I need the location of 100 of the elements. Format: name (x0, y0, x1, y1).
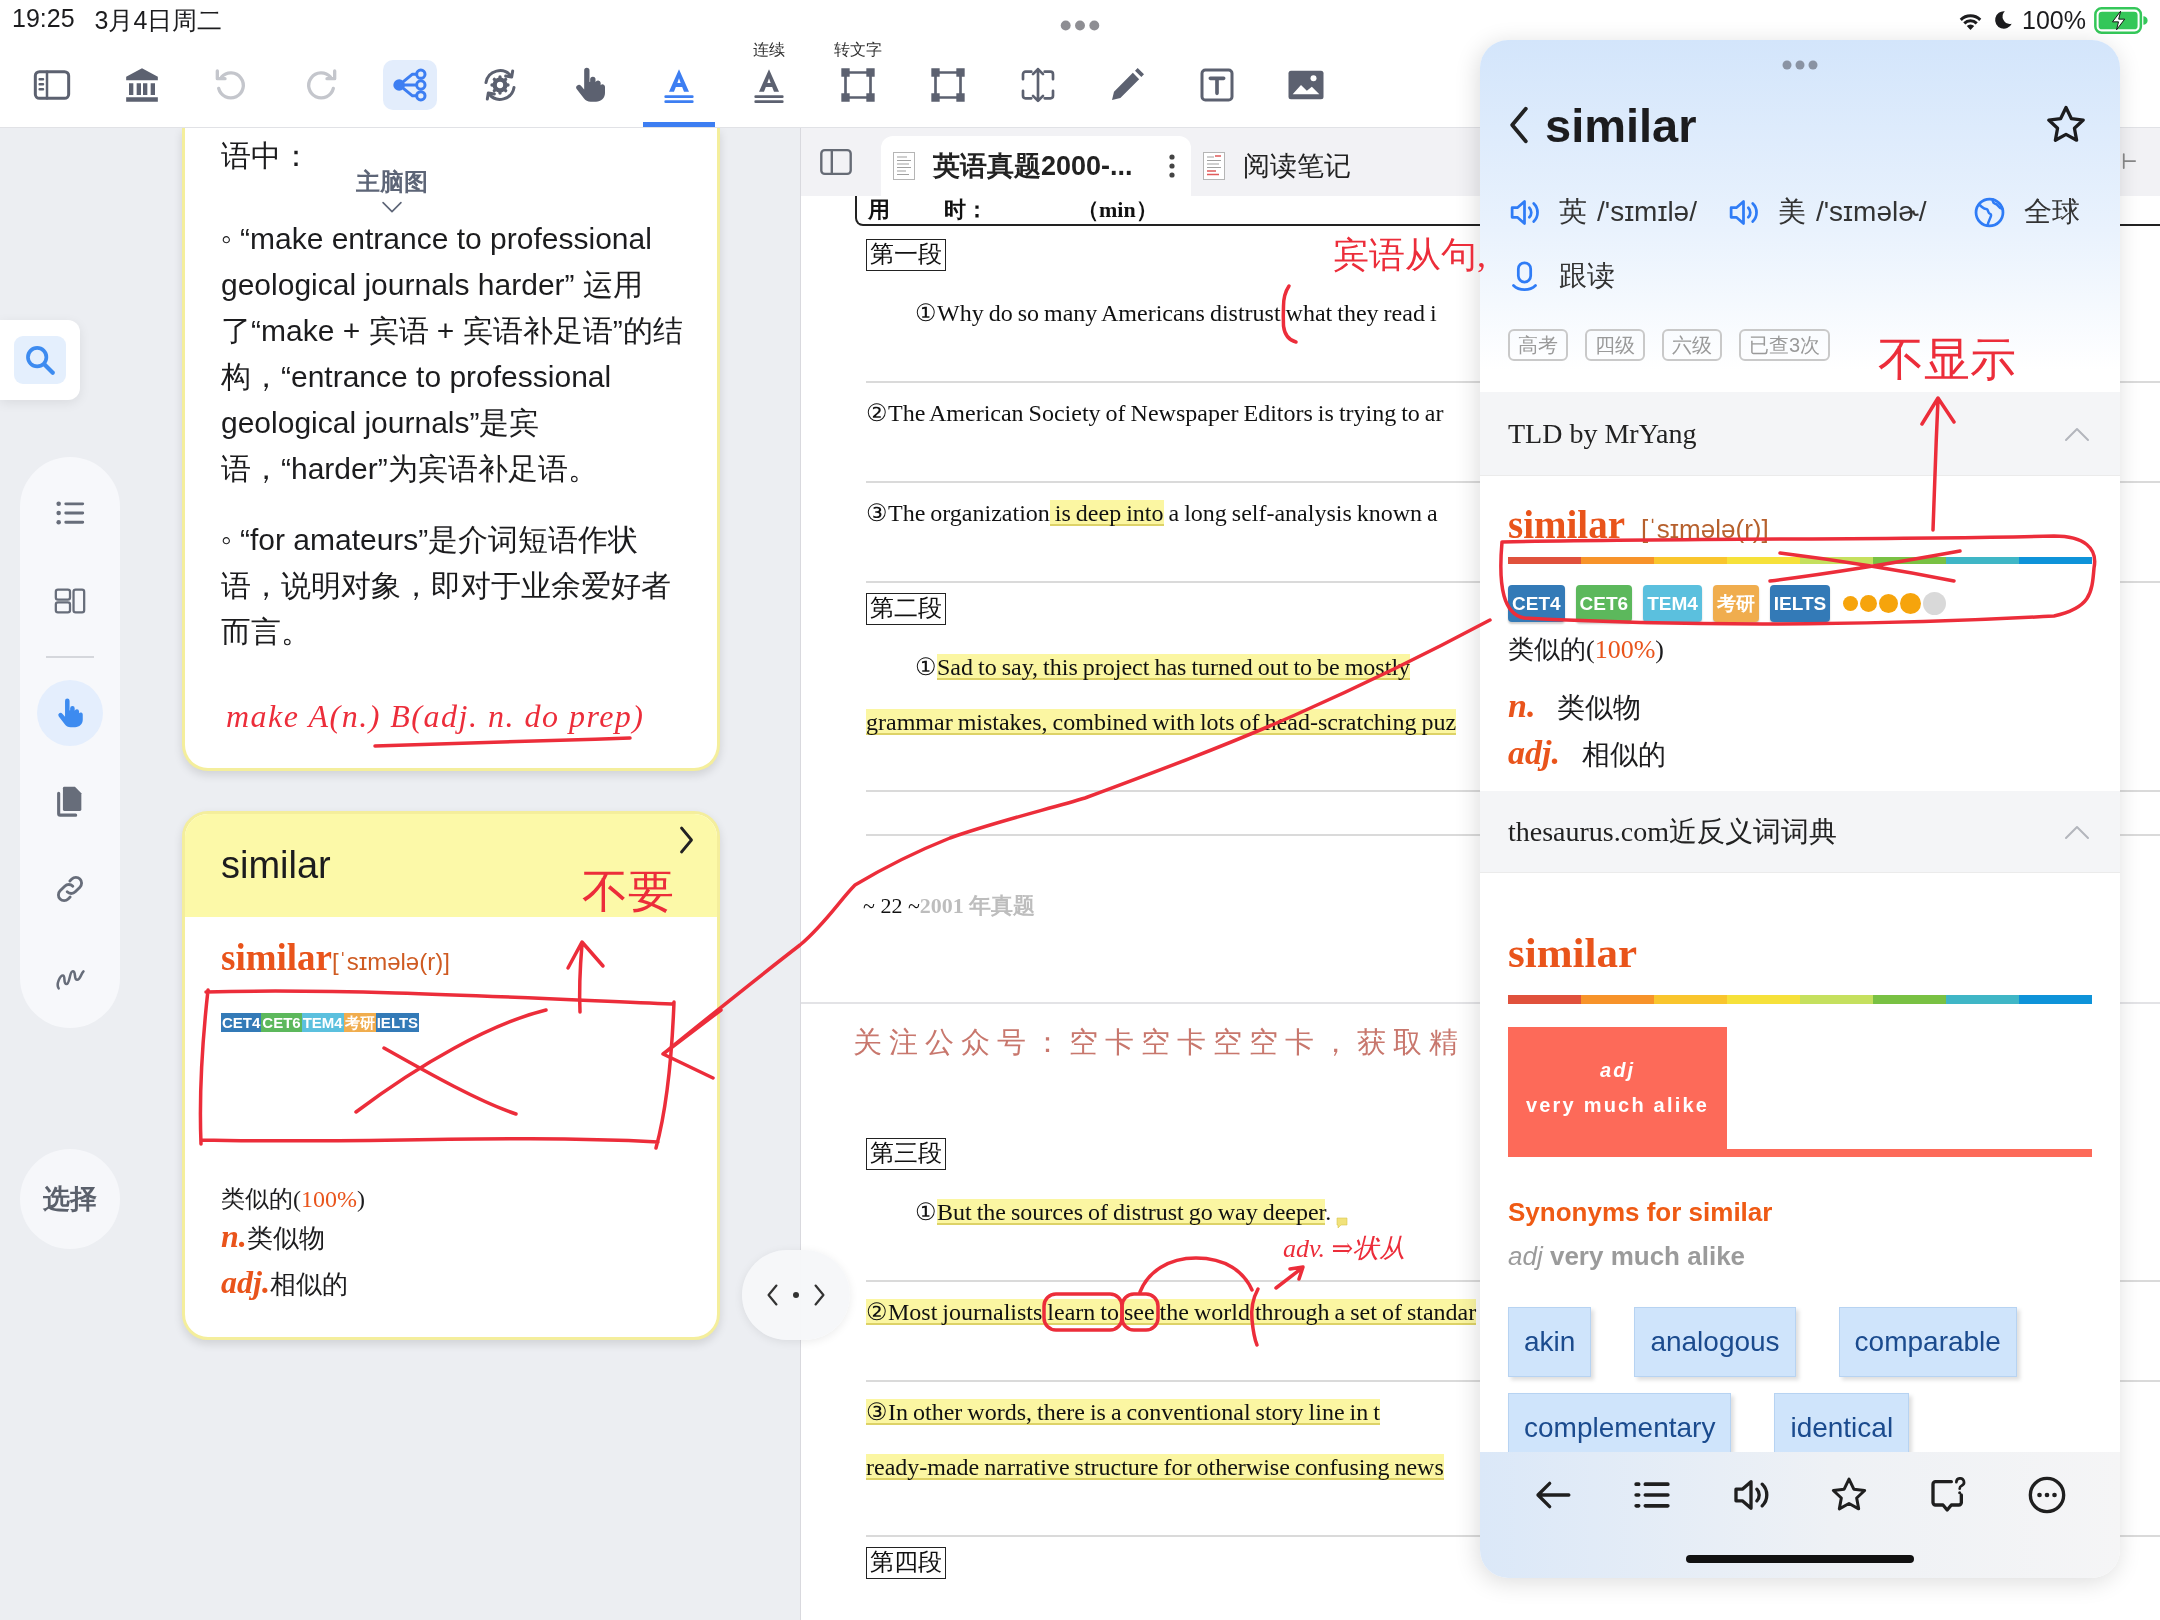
sense-text: adj. 相似的 (1508, 733, 1667, 773)
definition-summary: adj very much alike (1508, 1240, 1747, 1273)
battery-icon (2094, 6, 2148, 34)
paragraph-label: 第三段 (866, 1138, 946, 1170)
sentence-text: ①But the sources of distrust go way deeper. (915, 1198, 1332, 1226)
chevron-right-icon (813, 1284, 826, 1306)
table-cell-text: （min） (1077, 196, 1158, 224)
headword: similar (221, 936, 332, 980)
status-date: 3月4日周二 (94, 4, 223, 36)
gloss-text: 类似的(100%) (221, 1185, 366, 1214)
more-circle-icon (2027, 1475, 2067, 1515)
exam-tag: 四级 (1585, 329, 1645, 361)
pronunciation-button[interactable]: 美 /'sɪməlɚ/ (1726, 193, 1927, 231)
plus-icon[interactable] (2122, 152, 2136, 170)
synonym-chip[interactable]: comparable (1838, 1307, 2017, 1377)
table-cell-text: 时： (944, 196, 989, 224)
back-button[interactable] (1508, 106, 1530, 144)
banner-text: 关注公众号：空卡空卡空空卡，获取精 (853, 1026, 1465, 1058)
word-title: similar (1545, 97, 1697, 153)
exam-tag: 六级 (1662, 329, 1722, 361)
note-paragraph: ◦ “make entrance to professional geological journals harder” 运用了“make + 宾语 + 宾语补足语”的结构，“entrance to professional geological journals”是宾语，“harder”为宾语补足语。 (221, 221, 684, 487)
sentence-text: ②Most journalists learn to see the world through a set of standar (866, 1298, 1477, 1326)
chevron-left-icon (1508, 106, 1530, 144)
headword: similar (1508, 928, 1638, 978)
note-paragraph: ◦ “for amateurs”是介词短语作状语，说明对象，即对于业余爱好者而言。 (221, 522, 672, 650)
gloss-text: 类似的(100%) (1508, 635, 1665, 665)
search-button[interactable] (0, 320, 80, 400)
rating-dot-icon (1879, 594, 1899, 613)
chevron-up-icon (2064, 425, 2090, 442)
sentence-text: ②The American Society of Newspaper Editors is trying to ar (866, 399, 1444, 427)
page-thumbnail-icon (893, 152, 915, 180)
exam-tag: 已查3次 (1739, 329, 1831, 361)
sentence-text: ready-made narrative structure for otherwise confusing news (866, 1453, 1444, 1481)
synonyms-heading: Synonyms for similar (1508, 1196, 1774, 1229)
exam-tag: 高考 (1508, 329, 1568, 361)
handwritten-note: make A(n.) B(adj. n. do prep) (225, 697, 646, 736)
sense-text: adj.相似的 (221, 1263, 349, 1302)
document-tab[interactable]: 英语真题2000-... (881, 136, 1191, 196)
table-cell-text: 用 (868, 196, 891, 224)
rating-dot-icon (1843, 596, 1859, 611)
phonetic-text: [ˈsɪmələ(r)] (1641, 513, 1769, 546)
synonym-chip[interactable]: akin (1508, 1307, 1592, 1377)
chevron-up-icon (2064, 823, 2090, 840)
definition-text: very much alike (1525, 1094, 1710, 1117)
status-time: 19:25 (12, 3, 75, 34)
sidebar-icon (819, 148, 853, 176)
drag-handle-icon[interactable] (1782, 60, 1818, 70)
sidebar-toggle-button[interactable] (819, 148, 853, 176)
pronunciation-button[interactable]: 英 /'sɪmɪlə/ (1508, 193, 1697, 231)
sense-text: n. 类似物 (1508, 686, 1643, 726)
more-button[interactable] (2027, 1475, 2067, 1515)
exam-tag: IELTS (1769, 585, 1831, 622)
sentence-text: ③The organization is deep into a long self-analysis known a (866, 499, 1438, 527)
rating-dot-icon (1900, 593, 1922, 614)
mind-map-button[interactable]: 主脑图 (356, 168, 428, 214)
ink-arrow (1272, 1262, 1308, 1292)
synonym-chip[interactable]: complementary (1508, 1393, 1732, 1452)
sentence-text: ①Why do so many Americans distrust what they read i (915, 299, 1437, 327)
paragraph-label: 第一段 (866, 239, 946, 271)
exam-tag: CET6 (1575, 585, 1633, 622)
search-icon (14, 336, 66, 384)
dot-icon (793, 1292, 799, 1298)
paragraph-label: 第二段 (866, 593, 946, 625)
paragraph-label: 第四段 (866, 1547, 946, 1579)
note-text: 语中： (221, 138, 312, 174)
more-icon[interactable] (1168, 154, 1175, 178)
phonetic-text: [ˈsɪmələ(r)] (332, 947, 450, 977)
rating-dot-icon (1860, 595, 1878, 612)
select-button[interactable]: 选择 (20, 1149, 120, 1249)
chevron-down-icon (380, 201, 404, 214)
section-header[interactable]: thesaurus.com近反义词词典 (1480, 791, 2120, 873)
sentence-text: ③In other words, there is a conventional story line in t (866, 1398, 1380, 1426)
page-thumbnail-icon (1202, 152, 1225, 180)
document-tab[interactable]: 阅读笔记 (1190, 136, 1367, 196)
page-number: ~ 22 ~ (863, 893, 920, 918)
card-title: similar (221, 844, 331, 887)
synonym-chip[interactable]: analogous (1634, 1307, 1796, 1377)
handwritten-note: adv. ⇒状从 (1282, 1233, 1407, 1265)
text-recognition-button[interactable]: 转文字 (822, 40, 895, 127)
globe-icon (1973, 195, 2006, 229)
synonym-chip[interactable]: identical (1774, 1393, 1910, 1452)
chevron-right-icon[interactable] (678, 826, 695, 854)
part-of-speech-label: adj (1600, 1059, 1635, 1082)
sense-text: n.类似物 (221, 1217, 326, 1256)
exam-tag: 考研 (1712, 585, 1759, 622)
exam-tag: TEM4 (301, 1013, 344, 1032)
page-title: 2001 年真题 (919, 893, 1036, 918)
section-header[interactable]: TLD by MrYang (1480, 392, 2120, 476)
follow-read-button[interactable]: 跟读 (1508, 257, 1615, 295)
text-tool-button[interactable]: 连续 (732, 40, 805, 127)
exam-tag: CET4 (221, 1013, 262, 1032)
dots-icon[interactable] (1060, 19, 1100, 31)
exam-tag: CET6 (261, 1013, 302, 1032)
handwritten-note: 不显示 (1877, 333, 2017, 387)
exam-tag: IELTS (375, 1013, 420, 1032)
headword: similar (1508, 502, 1625, 548)
global-button[interactable]: 全球 (1973, 193, 2080, 231)
exam-tag: CET4 (1508, 585, 1565, 622)
battery-percent: 100% (2022, 5, 2086, 35)
handwritten-note: 宾语从句, (1332, 234, 1487, 277)
